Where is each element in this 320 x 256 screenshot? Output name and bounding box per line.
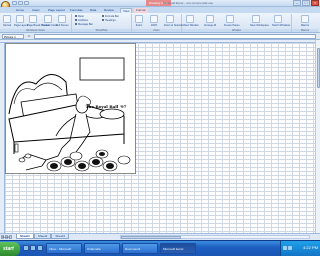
taskbar: start Inbox - Microsoft Cinderella Docum…: [0, 240, 320, 256]
save-workspace-label: Save Workspace: [250, 24, 269, 27]
desktop-icon[interactable]: [23, 245, 29, 251]
new-window-icon[interactable]: [186, 15, 194, 23]
message-bar-checkbox[interactable]: Message Bar: [75, 23, 93, 26]
horizontal-scroll-thumb[interactable]: [121, 236, 181, 239]
status-text: Ready: [2, 235, 11, 239]
hat: [99, 108, 125, 120]
macros-icon[interactable]: [301, 15, 309, 23]
save-workspace-icon[interactable]: [252, 15, 260, 23]
quick-launch: [23, 245, 43, 251]
mail-icon[interactable]: [37, 245, 43, 251]
poster-frame: [79, 57, 125, 81]
gridlines-label: Gridlines: [78, 19, 88, 22]
formula-bar: Picture 1 fx: [0, 33, 320, 40]
message-bar-label: Message Bar: [78, 23, 93, 26]
group-label: Workbook Views: [0, 29, 71, 32]
custom-views-icon[interactable]: [44, 15, 52, 23]
page-layout-view-label: Page Layout: [14, 24, 29, 27]
zoom-icon[interactable]: [135, 15, 143, 23]
vertical-scrollbar[interactable]: [315, 40, 320, 233]
switch-windows-label: Switch Windows: [272, 24, 291, 27]
zoom-label: Zoom: [135, 24, 143, 27]
zoom-100-icon[interactable]: [150, 15, 158, 23]
task-buttons: Inbox - Microsoft Cinderella Document1 M…: [46, 243, 196, 254]
zoom-to-selection-icon[interactable]: [166, 15, 174, 23]
new-window-label: New Window: [184, 24, 199, 27]
maximize-button[interactable]: □: [302, 0, 310, 6]
group-zoom: Zoom 100% Zoom to Selection Zoom: [132, 14, 185, 32]
fx-icon[interactable]: fx: [28, 34, 30, 39]
task-button-3[interactable]: Document1: [122, 243, 158, 254]
group-label: Show/Hide: [72, 29, 131, 32]
sheet-tab-1[interactable]: Sheet1: [16, 234, 34, 239]
arrange-all-label: Arrange All: [204, 24, 217, 27]
ruler-label: Ruler: [78, 15, 84, 18]
zoom-to-selection-label: Zoom to Selection: [164, 24, 185, 27]
freeze-panes-label: Freeze Panes: [224, 24, 240, 27]
name-box[interactable]: Picture 1: [2, 34, 24, 39]
save-icon[interactable]: [12, 1, 17, 5]
title-bar: Drawing Tools Microsoft Excel - non-comm…: [0, 0, 320, 10]
undo-icon[interactable]: [18, 1, 23, 5]
cinderella-drawing[interactable]: The Royal Ball '97: [5, 43, 136, 174]
group-label: Zoom: [132, 29, 181, 32]
network-icon[interactable]: [283, 246, 287, 250]
full-screen-label: Full Screen: [56, 24, 69, 27]
task-button-4[interactable]: Microsoft Excel: [160, 243, 196, 254]
switch-windows-icon[interactable]: [274, 15, 282, 23]
formula-bar-checkbox[interactable]: Formula Bar: [102, 15, 119, 18]
browser-icon[interactable]: [30, 245, 36, 251]
sheet-tab-3[interactable]: Sheet3: [51, 234, 69, 239]
task-button-1[interactable]: Inbox - Microsoft: [46, 243, 82, 254]
gridlines-checkbox[interactable]: Gridlines: [75, 19, 88, 22]
shoe-right: [24, 153, 32, 159]
headings-checkbox[interactable]: Headings: [102, 19, 116, 22]
clock[interactable]: 4:22 PM: [303, 245, 318, 251]
horizontal-scrollbar[interactable]: [120, 235, 310, 239]
redo-icon[interactable]: [24, 1, 29, 5]
task-button-2[interactable]: Cinderella: [84, 243, 120, 254]
group-show-hide: Ruler Gridlines Message Bar Formula Bar …: [72, 14, 132, 32]
group-macros: Macros Macros: [292, 14, 318, 32]
ribbon: Normal Page Layout Page Break Preview Cu…: [0, 13, 320, 33]
formula-input[interactable]: [34, 34, 316, 39]
quick-access-toolbar: [12, 1, 29, 5]
bottle: [14, 143, 19, 153]
volume-icon[interactable]: [288, 246, 292, 250]
sheet-tab-bar: Sheet1 Sheet2 Sheet3: [0, 233, 320, 240]
shoe-left: [18, 157, 26, 163]
group-label: Window: [182, 29, 291, 32]
macros-label: Macros: [300, 24, 310, 27]
minimize-button[interactable]: –: [293, 0, 301, 6]
page-layout-view-icon[interactable]: [16, 15, 24, 23]
custom-views-label: Custom Views: [42, 24, 58, 27]
headings-label: Headings: [105, 19, 116, 22]
group-label: Macros: [292, 29, 318, 32]
window-title: Microsoft Excel - non-commercial use: [163, 1, 214, 5]
close-button[interactable]: ×: [311, 0, 319, 6]
poster-text: The Royal Ball '97: [85, 104, 127, 109]
system-tray: 4:22 PM: [280, 241, 320, 256]
formula-bar-label: Formula Bar: [105, 15, 119, 18]
normal-view-icon[interactable]: [3, 15, 11, 23]
zoom-100-label: 100%: [150, 24, 158, 27]
page-break-preview-icon[interactable]: [29, 15, 37, 23]
drawing-illustration: [8, 57, 131, 172]
group-window: New Window Arrange All Freeze Panes Save…: [182, 14, 292, 32]
tray-icons: [283, 246, 292, 250]
start-button[interactable]: start: [0, 242, 20, 256]
window-controls: – □ ×: [293, 0, 319, 6]
page-break-preview-label: Page Break Preview: [27, 24, 50, 27]
normal-view-label: Normal: [2, 24, 12, 27]
sheet-tab-2[interactable]: Sheet2: [33, 234, 52, 239]
ruler-checkbox[interactable]: Ruler: [75, 15, 84, 18]
sheet-tabs: Sheet1 Sheet2 Sheet3: [16, 234, 69, 239]
group-workbook-views: Normal Page Layout Page Break Preview Cu…: [0, 14, 72, 32]
freeze-panes-icon[interactable]: [226, 15, 234, 23]
arrange-all-icon[interactable]: [206, 15, 214, 23]
full-screen-icon[interactable]: [58, 15, 66, 23]
